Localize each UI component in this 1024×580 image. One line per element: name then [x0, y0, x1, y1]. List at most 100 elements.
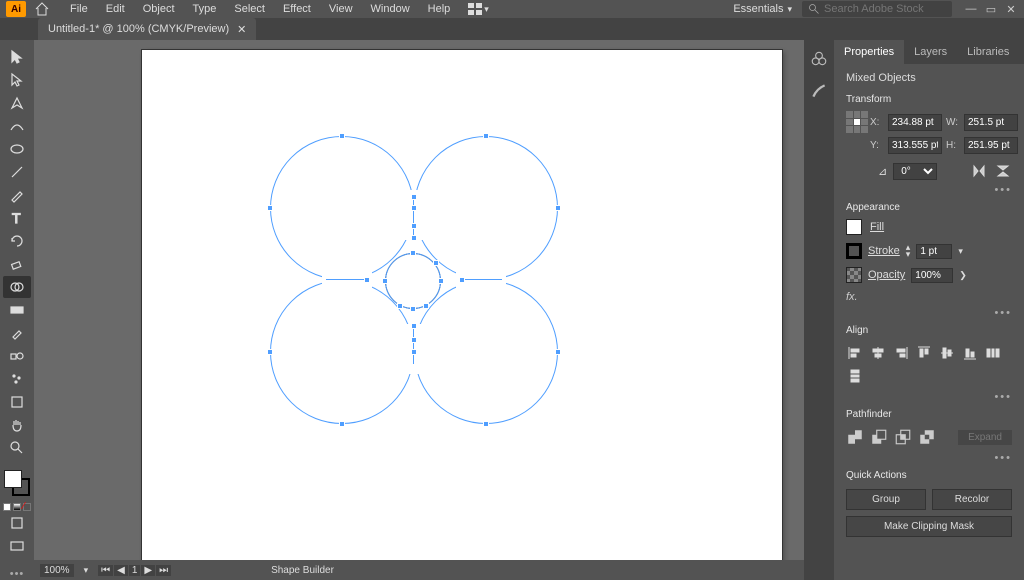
menu-window[interactable]: Window — [363, 0, 418, 18]
blend-tool[interactable] — [3, 345, 31, 367]
selection-handle[interactable] — [483, 421, 489, 427]
group-button[interactable]: Group — [846, 489, 926, 510]
selection-handle[interactable] — [410, 250, 416, 256]
opacity-presets-icon[interactable]: ❯ — [959, 270, 967, 281]
minimize-button[interactable]: — — [964, 2, 978, 16]
arrange-documents-icon[interactable]: ▾ — [460, 0, 497, 18]
flip-vertical-icon[interactable] — [994, 162, 1012, 180]
distribute-vspacing-icon[interactable] — [846, 367, 864, 385]
make-clipping-mask-button[interactable]: Make Clipping Mask — [846, 516, 1012, 537]
selection-handle[interactable] — [411, 205, 417, 211]
recolor-button[interactable]: Recolor — [932, 489, 1012, 510]
menu-select[interactable]: Select — [226, 0, 273, 18]
hand-tool[interactable] — [3, 414, 31, 436]
selection-tool[interactable] — [3, 46, 31, 68]
maximize-button[interactable]: ▭ — [984, 2, 998, 16]
selection-handle[interactable] — [411, 223, 417, 229]
menu-effect[interactable]: Effect — [275, 0, 319, 18]
rotate-angle-select[interactable]: 0° — [893, 163, 937, 180]
align-top-icon[interactable] — [915, 344, 933, 362]
transform-h-input[interactable] — [964, 137, 1018, 154]
rectangle-tool[interactable] — [3, 138, 31, 160]
eraser-tool[interactable] — [3, 253, 31, 275]
fill-swatch[interactable] — [4, 470, 22, 488]
symbol-sprayer-tool[interactable] — [3, 368, 31, 390]
selection-handle[interactable] — [555, 349, 561, 355]
selection-handle[interactable] — [483, 133, 489, 139]
distribute-hspacing-icon[interactable] — [984, 344, 1002, 362]
transform-x-input[interactable] — [888, 114, 942, 131]
pathfinder-exclude-icon[interactable] — [918, 428, 936, 446]
transform-y-input[interactable] — [888, 137, 942, 154]
shape-builder-tool[interactable] — [3, 276, 31, 298]
rotate-tool[interactable] — [3, 230, 31, 252]
fill-label[interactable]: Fill — [870, 221, 884, 233]
search-input[interactable] — [824, 3, 944, 15]
menu-type[interactable]: Type — [185, 0, 225, 18]
align-left-icon[interactable] — [846, 344, 864, 362]
fill-stroke-swatches[interactable] — [4, 470, 30, 496]
selection-handle[interactable] — [267, 205, 273, 211]
draw-mode-icon[interactable] — [3, 512, 31, 534]
tab-properties[interactable]: Properties — [834, 40, 904, 64]
pathfinder-more-options[interactable]: ••• — [834, 452, 1024, 464]
stroke-stepper-icon[interactable]: ▴▾ — [906, 244, 911, 258]
paintbrush-tool[interactable] — [3, 184, 31, 206]
selection-handle[interactable] — [411, 349, 417, 355]
close-button[interactable]: ✕ — [1004, 2, 1018, 16]
align-hcenter-icon[interactable] — [869, 344, 887, 362]
menu-help[interactable]: Help — [420, 0, 459, 18]
stroke-weight-input[interactable] — [916, 244, 952, 259]
selection-handle[interactable] — [555, 205, 561, 211]
menu-edit[interactable]: Edit — [98, 0, 133, 18]
selection-handle[interactable] — [339, 421, 345, 427]
selection-handle[interactable] — [267, 349, 273, 355]
opacity-label[interactable]: Opacity — [868, 269, 905, 281]
curvature-tool[interactable] — [3, 115, 31, 137]
menu-view[interactable]: View — [321, 0, 361, 18]
fx-label[interactable]: fx. — [834, 287, 1024, 307]
direct-selection-tool[interactable] — [3, 69, 31, 91]
selection-handle[interactable] — [411, 194, 417, 200]
pathfinder-unite-icon[interactable] — [846, 428, 864, 446]
artboard-number[interactable]: 1 — [129, 565, 141, 576]
selection-handle[interactable] — [423, 303, 429, 309]
workspace-switcher[interactable]: Essentials ▾ — [725, 0, 800, 18]
opacity-input[interactable] — [911, 268, 953, 283]
stroke-label[interactable]: Stroke — [868, 245, 900, 257]
artboard-tool[interactable] — [3, 391, 31, 413]
align-right-icon[interactable] — [892, 344, 910, 362]
menu-file[interactable]: File — [62, 0, 96, 18]
opacity-swatch[interactable] — [846, 267, 862, 283]
align-vcenter-icon[interactable] — [938, 344, 956, 362]
align-bottom-icon[interactable] — [961, 344, 979, 362]
canvas[interactable] — [34, 40, 804, 560]
cc-libraries-icon[interactable] — [810, 50, 828, 68]
line-tool[interactable] — [3, 161, 31, 183]
selection-handle[interactable] — [411, 323, 417, 329]
color-mode-icons[interactable]: ⁄ — [3, 503, 31, 511]
selection-handle[interactable] — [397, 303, 403, 309]
selection-handle[interactable] — [410, 306, 416, 312]
stroke-color-swatch[interactable] — [846, 243, 862, 259]
home-icon[interactable] — [34, 1, 50, 17]
selection-handle[interactable] — [438, 278, 444, 284]
transform-more-options[interactable]: ••• — [834, 184, 1024, 196]
zoom-dropdown-icon[interactable]: ▾ — [84, 565, 89, 576]
flip-horizontal-icon[interactable] — [970, 162, 988, 180]
brushes-panel-icon[interactable] — [810, 82, 828, 100]
eyedropper-tool[interactable] — [3, 322, 31, 344]
type-tool[interactable]: T — [3, 207, 31, 229]
document-tab[interactable]: Untitled-1* @ 100% (CMYK/Preview) ✕ — [38, 18, 256, 40]
selection-handle[interactable] — [411, 337, 417, 343]
fill-color-swatch[interactable] — [846, 219, 862, 235]
tab-layers[interactable]: Layers — [904, 40, 957, 64]
selection-handle[interactable] — [459, 277, 465, 283]
selection-handle[interactable] — [382, 278, 388, 284]
zoom-level[interactable]: 100% — [40, 564, 74, 577]
next-artboard-button[interactable]: ▶ — [141, 565, 155, 576]
search-stock-field[interactable] — [802, 1, 952, 17]
pen-tool[interactable] — [3, 92, 31, 114]
selection-handle[interactable] — [411, 235, 417, 241]
last-artboard-button[interactable]: ⏭ — [156, 565, 171, 576]
